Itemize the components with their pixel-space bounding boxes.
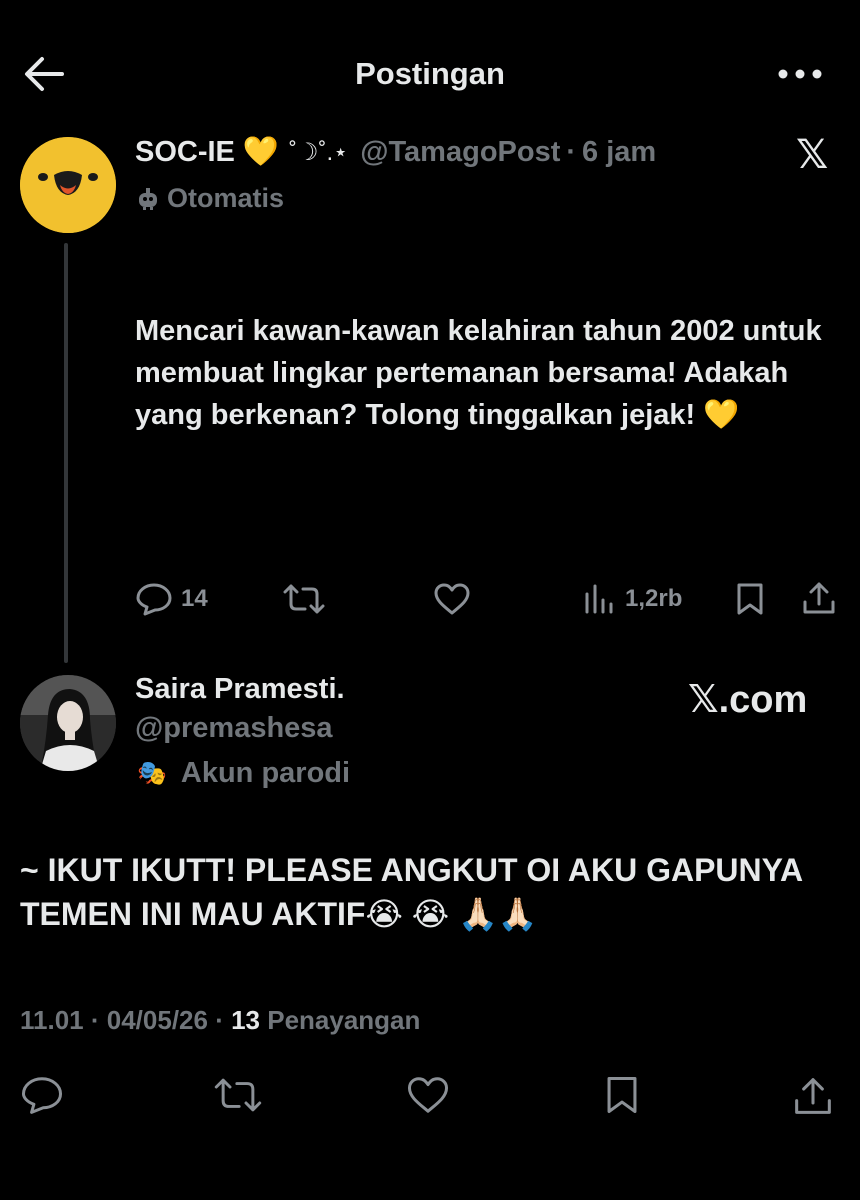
bookmark-button[interactable] xyxy=(733,582,767,616)
more-icon xyxy=(778,69,822,79)
like-button[interactable] xyxy=(433,582,471,616)
retweet-icon xyxy=(214,1078,262,1112)
automated-label-row: Otomatis xyxy=(137,183,284,214)
author-display-name[interactable]: SOC-IE xyxy=(135,136,235,169)
bookmark-button[interactable] xyxy=(602,1075,642,1115)
x-com-watermark: 𝕏.com xyxy=(688,679,808,721)
share-button[interactable] xyxy=(801,580,837,616)
reply-count: 14 xyxy=(181,585,208,612)
author-handle[interactable]: @TamagoPost xyxy=(360,136,560,169)
avatar[interactable] xyxy=(20,137,116,233)
thread-line xyxy=(64,243,68,663)
reply-author-handle[interactable]: @premashesa xyxy=(135,712,333,745)
share-icon xyxy=(803,582,835,614)
separator-dot: · xyxy=(566,135,577,168)
reply-button[interactable] xyxy=(20,1075,64,1115)
duck-face-icon xyxy=(20,137,116,233)
post-meta-row: 11.01 · 04/05/26 · 13 Penayangan xyxy=(20,1005,420,1036)
views-count: 1,2rb xyxy=(625,585,683,612)
profile-photo xyxy=(20,675,116,771)
parody-mask-icon: 🎭 xyxy=(137,760,167,787)
robot-icon xyxy=(139,187,157,210)
views-count[interactable]: 13 xyxy=(231,1005,260,1035)
retweet-button[interactable] xyxy=(283,582,325,616)
bookmark-icon xyxy=(607,1077,637,1113)
retweet-icon xyxy=(283,584,325,614)
post-action-bar: 14 1,2rb xyxy=(135,580,840,620)
post-author-row[interactable]: SOC-IE 💛 ˚☽˚.⋆ @TamagoPost · 6 jam xyxy=(135,135,656,169)
bookmark-icon xyxy=(737,583,763,615)
meta-time[interactable]: 11.01 xyxy=(20,1005,84,1035)
reply-icon xyxy=(136,583,172,616)
more-options-button[interactable] xyxy=(776,62,824,86)
post-text: Mencari kawan-kawan kelahiran tahun 2002… xyxy=(135,315,822,431)
reply-icon xyxy=(21,1077,63,1114)
reply-text: ~ IKUT IKUTT! PLEASE ANGKUT OI AKU GAPUN… xyxy=(20,852,802,932)
parody-label: Akun parodi xyxy=(180,757,351,789)
views-label[interactable]: Penayangan xyxy=(267,1005,420,1035)
meta-separator: · xyxy=(83,1005,107,1035)
like-icon xyxy=(434,583,470,615)
like-icon xyxy=(407,1077,449,1113)
automated-label: Otomatis xyxy=(167,183,285,213)
reply-action-bar xyxy=(20,1075,840,1117)
like-button[interactable] xyxy=(406,1075,450,1115)
reply-author-display-name[interactable]: Saira Pramesti. xyxy=(135,673,345,706)
views-icon xyxy=(585,584,613,614)
reply-button[interactable]: 14 xyxy=(135,582,208,616)
views-button[interactable]: 1,2rb xyxy=(583,582,682,616)
retweet-button[interactable] xyxy=(214,1075,262,1115)
meta-separator: · xyxy=(207,1005,232,1035)
share-icon xyxy=(795,1078,831,1114)
share-button[interactable] xyxy=(792,1075,834,1117)
post-time[interactable]: 6 jam xyxy=(582,136,656,169)
parody-label-row: 🎭 Akun parodi xyxy=(137,757,350,790)
yellow-heart-emoji: 💛 xyxy=(242,136,280,168)
name-decoration: ˚☽˚.⋆ xyxy=(289,138,349,166)
x-logo-icon: 𝕏 xyxy=(796,133,829,177)
meta-date[interactable]: 04/05/26 xyxy=(107,1005,208,1035)
page-title: Postingan xyxy=(355,56,505,91)
avatar[interactable] xyxy=(20,675,116,771)
